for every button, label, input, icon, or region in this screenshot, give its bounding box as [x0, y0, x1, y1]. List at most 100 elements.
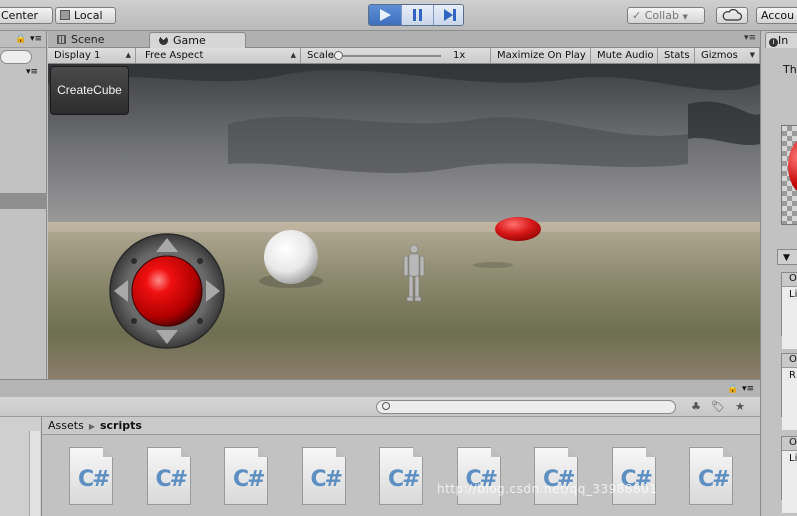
inspector-section: O Li — [781, 272, 797, 349]
tab-scene-label: Scene — [71, 33, 105, 46]
breadcrumb-arrow-icon: ▶ — [88, 422, 95, 431]
play-button[interactable] — [369, 5, 401, 25]
tab-scene[interactable]: Scene — [48, 32, 146, 48]
script-icon: C# — [146, 447, 191, 505]
script-icon: C# — [611, 447, 656, 505]
pause-button[interactable] — [401, 5, 433, 25]
csharp-script-file[interactable]: C#Test1cube — [224, 447, 270, 509]
lock-icon[interactable]: 🔒 — [15, 34, 26, 44]
csharp-script-file[interactable]: C#Test1 — [379, 447, 425, 509]
project-toolbar: ♣ 🏷 ★ — [0, 397, 760, 417]
inspector-panel: i In Th ▼ O Li O R O Li — [760, 31, 797, 516]
panel-menu-icon[interactable]: ▾≡ — [742, 384, 754, 394]
watermark: http://blog.csdn.net/qq_33988801 — [437, 482, 658, 496]
horizon — [48, 222, 760, 232]
csharp-script-file[interactable]: C#Test2 — [689, 447, 735, 509]
virtual-joystick[interactable] — [109, 233, 225, 349]
aspect-dropdown[interactable]: Free Aspect ▲ — [139, 48, 301, 63]
panel-menu-icon[interactable]: ▾≡ — [30, 34, 42, 44]
joystick-knob[interactable] — [131, 255, 203, 327]
chevron-down-icon: ▼ — [749, 51, 755, 59]
favorites-star-icon[interactable]: ★ — [732, 400, 748, 414]
csharp-script-file[interactable]: C#Test1ball — [146, 447, 193, 509]
lock-icon[interactable]: 🔒 — [727, 384, 738, 394]
section-header: O — [782, 273, 797, 287]
csharp-script-file[interactable]: C#Test1 — [69, 447, 115, 509]
search-icon — [382, 402, 390, 410]
project-file-grid: C#Test1 C#Test1ball C#Test1cube C#Test1 C#Te… — [42, 435, 760, 516]
csharp-icon-text: C# — [388, 467, 421, 492]
pause-icon — [413, 9, 422, 21]
info-icon: i — [769, 38, 778, 47]
mute-audio-toggle[interactable]: Mute Audio — [591, 48, 658, 63]
hierarchy-selected-row[interactable] — [0, 193, 47, 209]
game-viewport[interactable]: CreateCube — [48, 64, 760, 379]
preview-sphere — [788, 136, 797, 196]
csharp-script-file[interactable]: C#Test1 — [301, 447, 348, 509]
script-icon: C# — [379, 447, 423, 505]
pivot-local-button[interactable]: Local — [55, 7, 116, 24]
script-icon: C# — [689, 447, 733, 505]
gizmos-label: Gizmos — [701, 50, 738, 61]
breadcrumb-assets[interactable]: Assets — [48, 419, 84, 432]
csharp-icon-text: C# — [310, 467, 344, 492]
local-label: Local — [74, 9, 103, 22]
chevron-down-icon: ▼ — [682, 13, 688, 21]
project-search-input[interactable] — [376, 400, 676, 414]
collab-dropdown[interactable]: ✓ Collab ▼ — [627, 7, 705, 24]
account-dropdown[interactable]: Accou — [756, 7, 797, 24]
pivot-center-button[interactable]: Center — [0, 7, 53, 24]
breadcrumb: Assets ▶ scripts — [42, 417, 760, 435]
panel-menu-icon[interactable]: ▾≡ — [744, 33, 756, 43]
section-body: Li — [782, 287, 797, 349]
scale-value: 1x — [453, 50, 466, 61]
section-body[interactable]: R — [782, 368, 797, 430]
game-view-toolbar: Display 1 ▲ Free Aspect ▲ Scale 1x Maxim… — [48, 48, 760, 64]
script-icon: C# — [301, 447, 346, 505]
maximize-on-play-toggle[interactable]: Maximize On Play — [491, 48, 591, 63]
script-icon: C# — [456, 447, 501, 505]
inspector-header-text: Th — [783, 63, 797, 76]
material-preview — [781, 125, 797, 225]
capsule-shadow — [473, 262, 513, 268]
script-icon: C# — [224, 447, 268, 505]
game-scene — [48, 64, 760, 379]
inspector-toggle[interactable]: ▼ — [777, 249, 797, 265]
csharp-script-file[interactable]: C#Test2 — [456, 447, 503, 509]
main-toolbar: Center Local ✓ Collab ▼ Accou — [0, 0, 797, 31]
grid-icon — [57, 35, 66, 44]
cube-icon — [60, 10, 70, 20]
scale-slider-handle[interactable] — [334, 51, 343, 60]
tab-inspector[interactable]: i In — [765, 32, 797, 48]
scale-control: Scale 1x — [301, 48, 491, 63]
step-button[interactable] — [433, 5, 463, 25]
section-header: O — [782, 437, 797, 451]
script-icon: C# — [69, 447, 113, 505]
create-dropdown-icon[interactable]: ▾≡ — [26, 67, 38, 77]
chevron-down-icon: ▼ — [783, 253, 790, 263]
hierarchy-search-input[interactable] — [0, 50, 32, 64]
step-icon — [444, 9, 456, 21]
csharp-script-file[interactable]: C#Test2 — [611, 447, 658, 509]
unity-editor: Center Local ✓ Collab ▼ Accou 🔒 ▾≡ ▾≡ Sc… — [0, 0, 797, 516]
filter-by-label-icon[interactable]: 🏷 — [710, 400, 726, 414]
inspector-section: O R — [781, 353, 797, 430]
scale-slider-track[interactable] — [331, 55, 441, 57]
view-tab-bar: Scene Game ▾≡ — [48, 31, 760, 48]
filter-by-type-icon[interactable]: ♣ — [688, 400, 704, 414]
tab-game[interactable]: Game — [149, 32, 246, 48]
section-header: O — [782, 354, 797, 368]
csharp-script-file[interactable]: C#Test2 — [534, 447, 580, 509]
gizmos-dropdown[interactable]: Gizmos ▼ — [695, 48, 760, 63]
aspect-label: Free Aspect — [145, 50, 204, 61]
play-controls — [368, 4, 464, 26]
stats-toggle[interactable]: Stats — [658, 48, 695, 63]
collab-check-icon: ✓ — [632, 9, 642, 22]
cloud-button[interactable] — [716, 7, 748, 24]
csharp-icon-text: C# — [698, 467, 731, 492]
create-cube-button[interactable]: CreateCube — [50, 66, 129, 115]
display-dropdown[interactable]: Display 1 ▲ — [48, 48, 136, 63]
breadcrumb-scripts[interactable]: scripts — [100, 419, 142, 432]
folder-tree-scrollbar[interactable] — [29, 431, 40, 516]
project-folder-tree — [0, 417, 42, 516]
